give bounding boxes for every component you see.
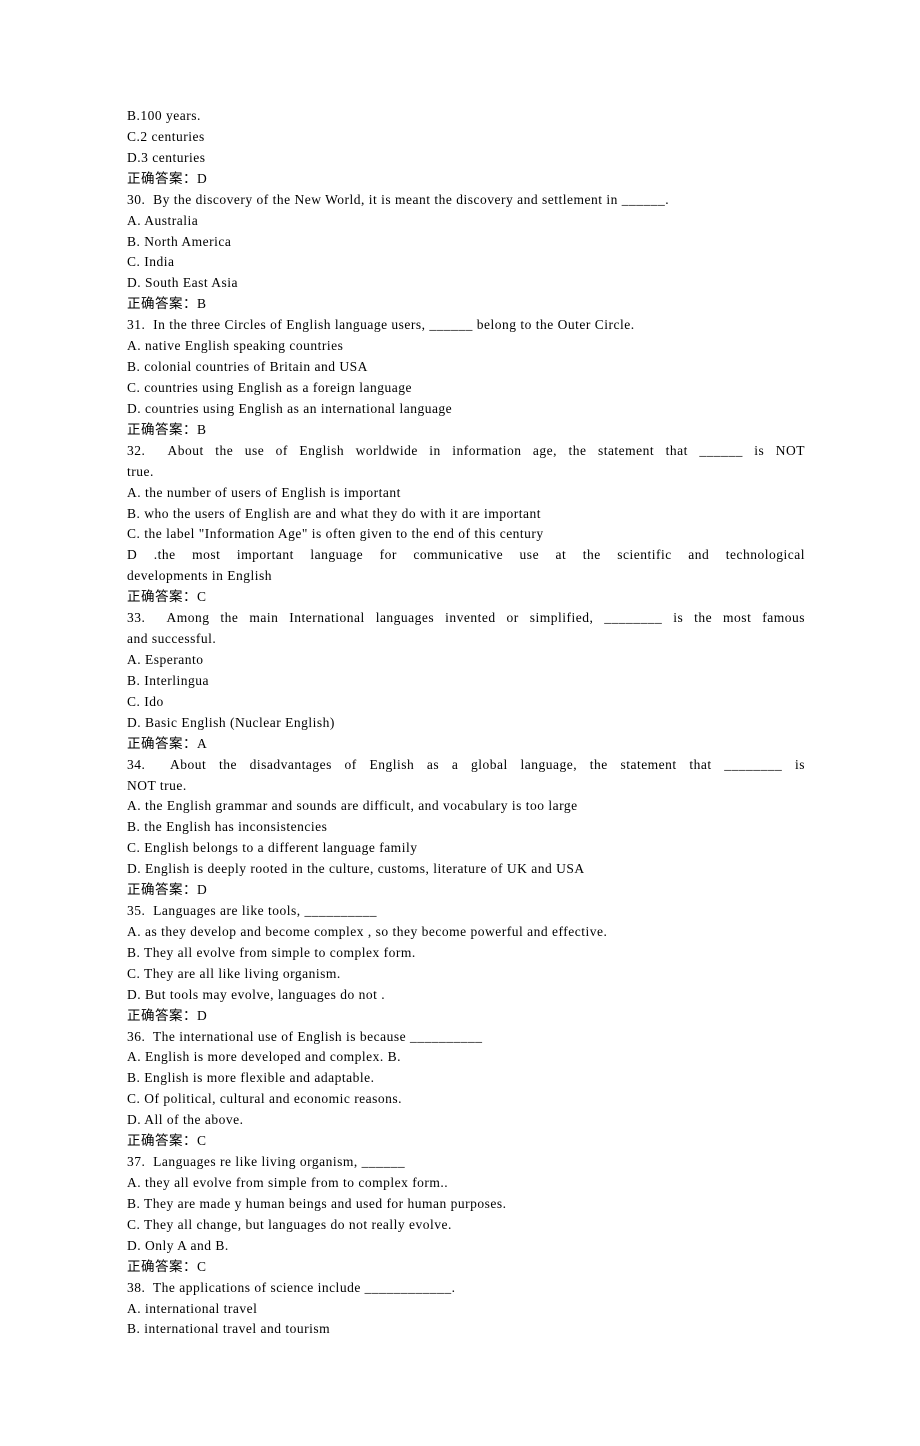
text-line: A. native English speaking countries (127, 336, 805, 357)
text-line: B. North America (127, 232, 805, 253)
text-line: true. (127, 462, 805, 483)
text-line: 30. By the discovery of the New World, i… (127, 190, 805, 211)
answer-line: 正确答案：B (127, 294, 805, 315)
text-line: A. Australia (127, 211, 805, 232)
answer-line: 正确答案：D (127, 169, 805, 190)
answer-line: 正确答案：D (127, 880, 805, 901)
text-line: A. as they develop and become complex , … (127, 922, 805, 943)
text-line: B.100 years. (127, 106, 805, 127)
text-line: B. colonial countries of Britain and USA (127, 357, 805, 378)
text-line: D. All of the above. (127, 1110, 805, 1131)
text-line: A. they all evolve from simple from to c… (127, 1173, 805, 1194)
text-line: C.2 centuries (127, 127, 805, 148)
text-line: D.3 centuries (127, 148, 805, 169)
text-line: 37. Languages re like living organism, _… (127, 1152, 805, 1173)
text-line: D. Basic English (Nuclear English) (127, 713, 805, 734)
text-line: B. international travel and tourism (127, 1319, 805, 1340)
text-line: C. Of political, cultural and economic r… (127, 1089, 805, 1110)
text-line: B. They are made y human beings and used… (127, 1194, 805, 1215)
answer-line: 正确答案：C (127, 1131, 805, 1152)
text-line: A. English is more developed and complex… (127, 1047, 805, 1068)
text-line: A. the English grammar and sounds are di… (127, 796, 805, 817)
text-line: C. countries using English as a foreign … (127, 378, 805, 399)
text-line: B. the English has inconsistencies (127, 817, 805, 838)
text-line: C. English belongs to a different langua… (127, 838, 805, 859)
answer-line: 正确答案：A (127, 734, 805, 755)
text-line: D. Only A and B. (127, 1236, 805, 1257)
text-line: 36. The international use of English is … (127, 1027, 805, 1048)
text-line: D. English is deeply rooted in the cultu… (127, 859, 805, 880)
text-line: 32. About the use of English worldwide i… (127, 441, 805, 462)
text-line: NOT true. (127, 776, 805, 797)
text-line: D. South East Asia (127, 273, 805, 294)
text-line: B. who the users of English are and what… (127, 504, 805, 525)
text-line: 35. Languages are like tools, __________ (127, 901, 805, 922)
text-line: B. English is more flexible and adaptabl… (127, 1068, 805, 1089)
text-line: C. Ido (127, 692, 805, 713)
text-line: C. They all change, but languages do not… (127, 1215, 805, 1236)
text-line: B. They all evolve from simple to comple… (127, 943, 805, 964)
text-line: C. They are all like living organism. (127, 964, 805, 985)
text-line: D. But tools may evolve, languages do no… (127, 985, 805, 1006)
answer-line: 正确答案：B (127, 420, 805, 441)
text-line: D .the most important language for commu… (127, 545, 805, 566)
text-line: D. countries using English as an interna… (127, 399, 805, 420)
answer-line: 正确答案：C (127, 1257, 805, 1278)
text-line: developments in English (127, 566, 805, 587)
text-line: A. the number of users of English is imp… (127, 483, 805, 504)
text-line: and successful. (127, 629, 805, 650)
text-line: A. Esperanto (127, 650, 805, 671)
text-line: C. India (127, 252, 805, 273)
text-line: 31. In the three Circles of English lang… (127, 315, 805, 336)
text-line: 34. About the disadvantages of English a… (127, 755, 805, 776)
text-line: B. Interlingua (127, 671, 805, 692)
answer-line: 正确答案：C (127, 587, 805, 608)
answer-line: 正确答案：D (127, 1006, 805, 1027)
document-page: B.100 years.C.2 centuriesD.3 centuries正确… (0, 0, 920, 1446)
text-line: 38. The applications of science include … (127, 1278, 805, 1299)
text-line: 33. Among the main International languag… (127, 608, 805, 629)
text-line: C. the label "Information Age" is often … (127, 524, 805, 545)
